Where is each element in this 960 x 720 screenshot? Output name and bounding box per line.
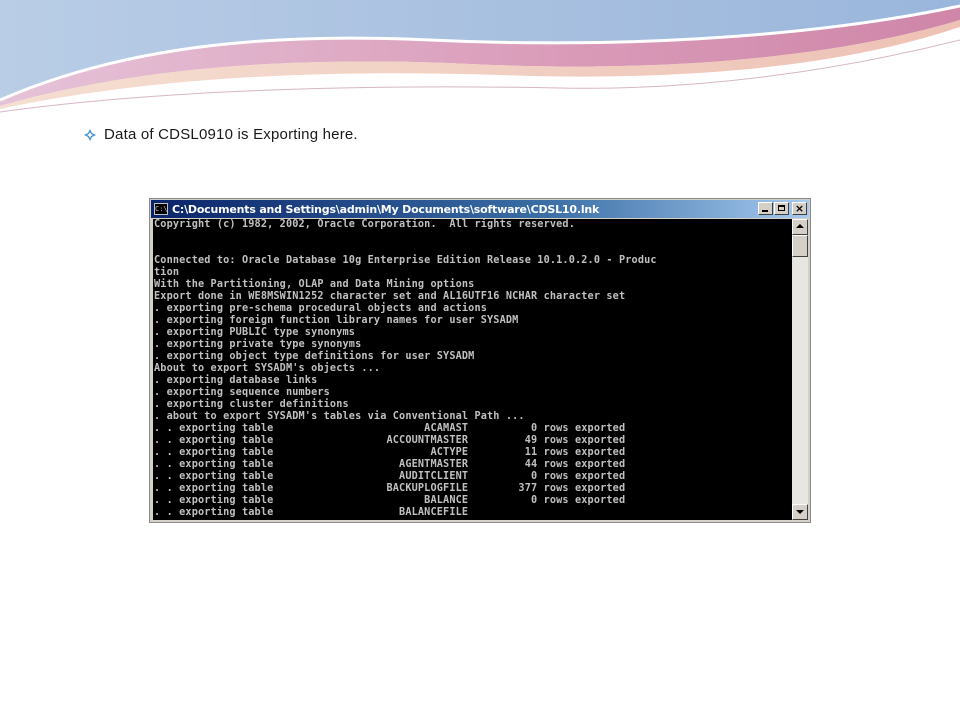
close-icon: ×: [794, 202, 805, 215]
maximize-button[interactable]: [774, 202, 789, 215]
window-titlebar[interactable]: C:\ C:\Documents and Settings\admin\My D…: [151, 200, 809, 218]
console-line: . exporting object type definitions for …: [154, 351, 475, 362]
close-button[interactable]: ×: [792, 202, 807, 215]
console-line: tion: [154, 267, 180, 278]
console-lines: Copyright (c) 1982, 2002, Oracle Corpora…: [153, 219, 792, 519]
console-line: . . exporting table BACKUPLOGFILE 377 ro…: [154, 483, 626, 494]
slide-bullet-point: Data of CDSL0910 is Exporting here.: [84, 126, 358, 143]
console-output[interactable]: Copyright (c) 1982, 2002, Oracle Corpora…: [153, 219, 792, 520]
console-line: . . exporting table BALANCEFILE: [154, 507, 469, 518]
scroll-down-button[interactable]: [792, 504, 808, 520]
console-line: . exporting sequence numbers: [154, 387, 330, 398]
console-line: . . exporting table BALANCE 0 rows expor…: [154, 495, 626, 506]
window-title: C:\Documents and Settings\admin\My Docum…: [172, 202, 600, 216]
console-line: . . exporting table AUDITCLIENT 0 rows e…: [154, 471, 626, 482]
console-line: . . exporting table ACAMAST 0 rows expor…: [154, 423, 626, 434]
console-line: . . exporting table AGENTMASTER 44 rows …: [154, 459, 626, 470]
console-line: . about to export SYSADM's tables via Co…: [154, 411, 525, 422]
console-line: Export done in WE8MSWIN1252 character se…: [154, 291, 626, 302]
vertical-scrollbar[interactable]: [792, 219, 808, 520]
console-line: . exporting database links: [154, 375, 318, 386]
scrollbar-thumb[interactable]: [792, 235, 808, 257]
console-line: . . exporting table ACCOUNTMASTER 49 row…: [154, 435, 626, 446]
scroll-up-button[interactable]: [792, 219, 808, 235]
console-line: Copyright (c) 1982, 2002, Oracle Corpora…: [154, 219, 575, 230]
bullet-text: Data of CDSL0910 is Exporting here.: [104, 126, 358, 143]
command-prompt-window[interactable]: C:\ C:\Documents and Settings\admin\My D…: [149, 198, 811, 523]
maximize-icon: [778, 205, 785, 211]
console-line: . exporting foreign function library nam…: [154, 315, 519, 326]
console-line: Connected to: Oracle Database 10g Enterp…: [154, 255, 657, 266]
console-line: . . exporting table ACTYPE 11 rows expor…: [154, 447, 626, 458]
console-line: About to export SYSADM's objects ...: [154, 363, 381, 374]
diamond-bullet-icon: [84, 128, 96, 141]
console-line: . exporting private type synonyms: [154, 339, 362, 350]
console-line: With the Partitioning, OLAP and Data Min…: [154, 279, 475, 290]
command-prompt-icon[interactable]: C:\: [154, 203, 168, 215]
minimize-icon: [762, 210, 768, 212]
minimize-button[interactable]: [758, 202, 773, 215]
arrow-down-icon: [796, 510, 804, 514]
arrow-up-icon: [796, 224, 804, 228]
console-line: . exporting pre-schema procedural object…: [154, 303, 488, 314]
console-line: . exporting cluster definitions: [154, 399, 349, 410]
header-swoosh-decoration: [0, 0, 960, 113]
console-line: . exporting PUBLIC type synonyms: [154, 327, 356, 338]
